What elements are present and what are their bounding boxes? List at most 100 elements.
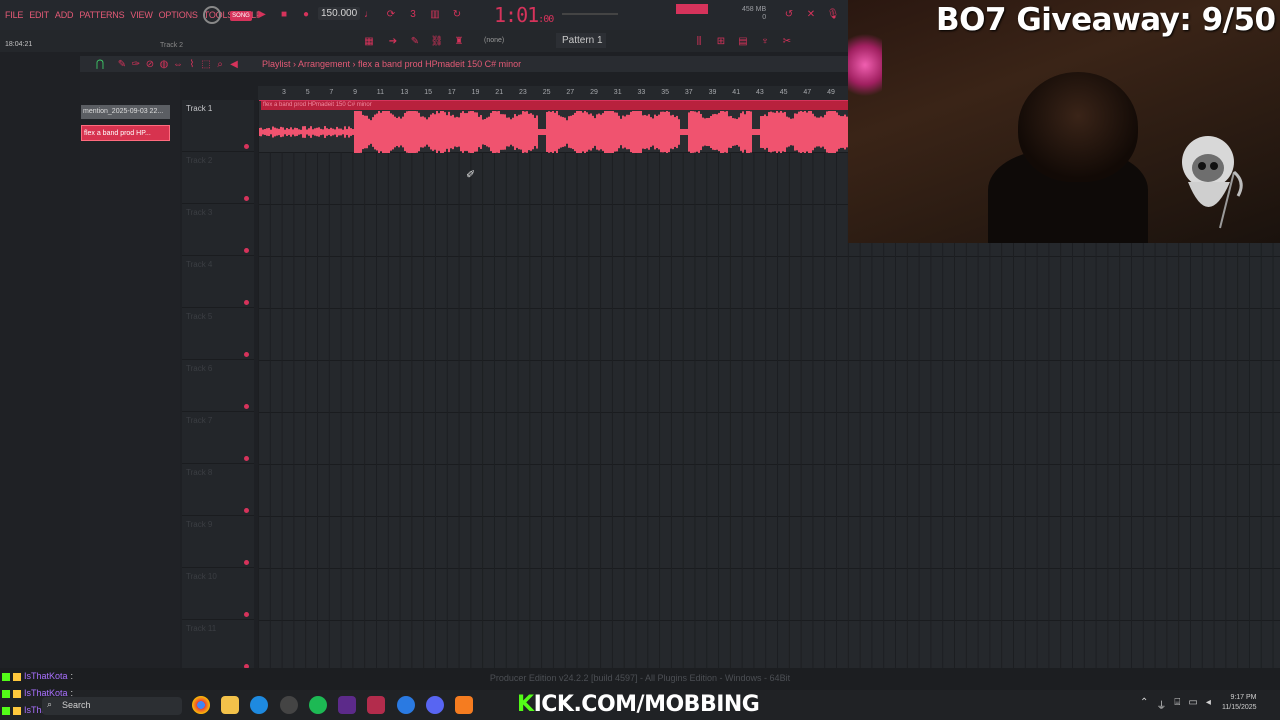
chevron-up-icon[interactable]: ⌃ [1140,697,1148,712]
menu-file[interactable]: FILE [5,10,23,20]
metronome-icon[interactable]: ♩ [362,7,376,21]
track-header[interactable]: Track 11 [182,620,254,672]
piano-roll-icon[interactable]: ▦ [360,34,378,48]
cpu-meter [676,4,708,14]
pattern-selector[interactable]: Pattern 1 [556,33,606,48]
track-header[interactable]: Track 8 [182,464,254,516]
taskbar-search[interactable]: ⌕ Search [42,697,182,715]
streamer-head [1018,72,1138,182]
zoom-icon[interactable]: ⌕ [214,58,226,70]
blend-icon[interactable]: ▥ [428,7,442,21]
discord-icon[interactable] [426,696,444,714]
edge-icon[interactable] [250,696,268,714]
mic-icon[interactable]: 🎙 [826,7,840,21]
display-icon[interactable]: ▭ [1188,697,1197,712]
track-header[interactable]: Track 3 [182,204,254,256]
track-mute-dot[interactable] [244,612,249,617]
playback-icon[interactable]: ◀ [228,58,240,70]
volume-icon[interactable]: ◂ [1206,697,1211,712]
menu-options[interactable]: OPTIONS [159,10,198,20]
menu-patterns[interactable]: PATTERNS [79,10,124,20]
track-mute-dot[interactable] [244,300,249,305]
browser-icon[interactable]: ▤ [734,34,752,48]
track-mute-dot[interactable] [244,352,249,357]
ruler-tick: 23 [519,89,527,96]
close-icon[interactable]: ✕ [804,7,818,21]
ruler-tick: 45 [779,89,788,96]
snap-selector[interactable]: (none) [484,37,504,44]
pencil-tool-icon[interactable]: ✎ [406,34,424,48]
wait-icon[interactable]: ⟳ [384,7,398,21]
taskbar-clock[interactable]: 9:17 PM 11/15/2025 [1222,693,1257,713]
browser-icon[interactable] [397,696,415,714]
track-mute-dot[interactable] [244,404,249,409]
select-icon[interactable]: ⬚ [200,58,212,70]
app-next-icon[interactable] [338,696,356,714]
delete-icon[interactable]: ⊘ [144,58,156,70]
track-mute-dot[interactable] [244,560,249,565]
track-mute-dot[interactable] [244,144,249,149]
network-icon[interactable]: ⌸ [1174,697,1180,712]
track-header[interactable]: Track 10 [182,568,254,620]
tempo-display[interactable]: 150.000 [318,7,361,20]
track-mute-dot[interactable] [244,508,249,513]
mic-icon[interactable]: ⏚ [1156,697,1166,712]
voicemeeter-icon[interactable] [367,696,385,714]
track-header[interactable]: Track 2 [182,152,254,204]
track-mute-dot[interactable] [244,196,249,201]
picker-clip-selected[interactable]: flex a band prod HP... [81,125,170,141]
track-header[interactable]: Track 9 [182,516,254,568]
refresh-icon[interactable]: ↺ [782,7,796,21]
track-mute-dot[interactable] [244,248,249,253]
arrow-right-icon[interactable]: ➔ [384,34,402,48]
link-icon[interactable]: ⛓ [428,34,446,48]
song-mode-toggle[interactable]: SONG [230,11,252,21]
ruler-tick: 41 [732,89,741,96]
track-header[interactable]: Track 7 [182,412,254,464]
stamp-icon[interactable]: ♜ [450,34,468,48]
audio-clip[interactable]: flex a band prod HPmadeit 150 C# minor [259,100,850,153]
track-header[interactable]: Track 1 [182,100,254,152]
file-explorer-icon[interactable] [221,696,239,714]
slip-icon[interactable]: ⇔ [172,58,184,70]
tools-icon[interactable]: ✂ [778,34,796,48]
track-header[interactable]: Track 5 [182,308,254,360]
countdown-icon[interactable]: 3 [406,7,420,21]
stop-button[interactable]: ■ [278,7,290,21]
spotify-icon[interactable] [280,696,298,714]
search-icon: ⌕ [47,699,53,709]
ruler-tick: 31 [613,89,622,96]
slice-icon[interactable]: ⌇ [186,58,198,70]
search-label: Search [62,700,91,710]
mixer-icon[interactable]: ⫼ [690,34,708,48]
record-button[interactable]: ● [300,7,312,21]
plugin-icon[interactable]: ♆ [756,34,774,48]
loop-record-icon[interactable]: ↻ [450,7,464,21]
fl-studio-icon[interactable] [455,696,473,714]
menu-edit[interactable]: EDIT [29,10,49,20]
timeline-ruler[interactable]: 3 5 7 9 11 13 15 17 19 21 23 25 27 29 31 33 35 37 39 41 43 45… [258,86,848,100]
picker-clip[interactable]: mention_2025-09-03 22... [81,105,170,119]
track-header[interactable]: Track 4 [182,256,254,308]
ruler-tick: 49 [827,89,835,96]
time-sub: :00 [538,14,554,25]
kick-k: K [517,692,534,717]
menu-view[interactable]: VIEW [130,10,152,20]
magnet-icon[interactable]: ⋂ [94,58,106,70]
track-header[interactable]: Track 6 [182,360,254,412]
track-mute-dot[interactable] [244,456,249,461]
loop-icon[interactable] [203,6,221,24]
play-button[interactable]: ▶ [256,7,268,21]
mute-icon[interactable]: ◍ [158,58,170,70]
chrome-icon[interactable] [192,696,210,714]
master-pitch-slider[interactable] [562,13,618,15]
ruler-tick: 47 [803,89,812,96]
channel-rack-icon[interactable]: ⊞ [712,34,730,48]
paint-icon[interactable]: ✑ [130,58,142,70]
pencil-icon[interactable]: ✎ [116,58,128,70]
menu-add[interactable]: ADD [55,10,74,20]
badge-icon [13,706,21,715]
ruler-tick: 3 [282,89,286,96]
spotify-green-icon[interactable] [309,696,327,714]
ruler-tick: 13 [400,89,409,96]
